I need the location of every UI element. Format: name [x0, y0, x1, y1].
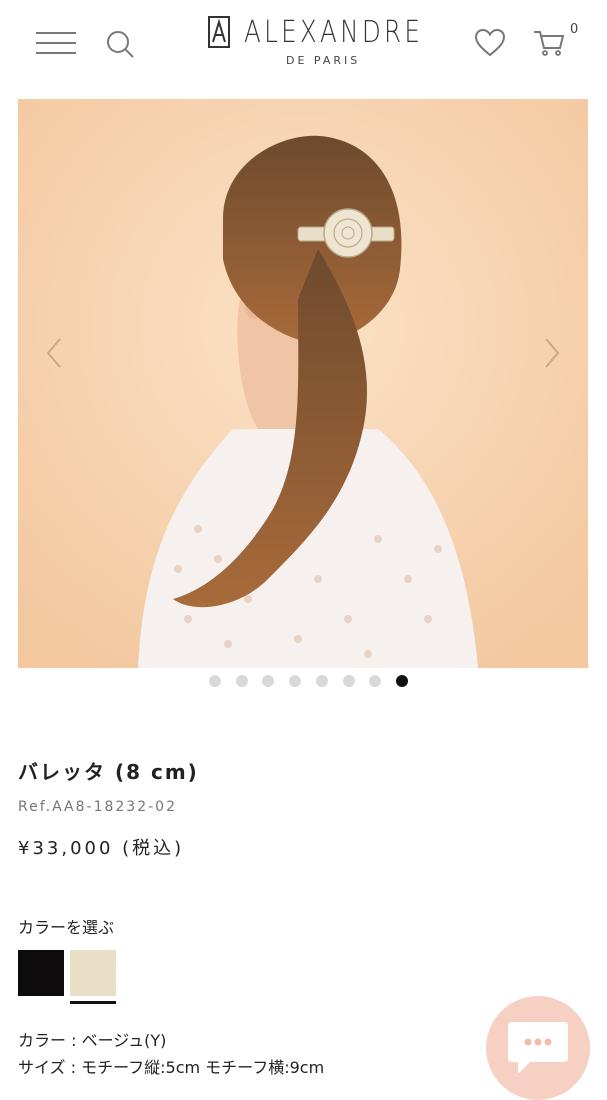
product-ref: Ref.AA8-18232-02: [18, 799, 177, 815]
chat-bubble-icon: [508, 1022, 568, 1074]
spec-color: カラー : ベージュ(Y): [18, 1031, 167, 1050]
product-price: ¥33,000 (税込): [18, 838, 185, 859]
carousel-prev-button[interactable]: [40, 333, 70, 373]
carousel-dot[interactable]: [262, 675, 275, 687]
logo-mark-icon: [208, 16, 230, 48]
product-image-carousel[interactable]: [18, 99, 588, 668]
carousel-dot[interactable]: [235, 675, 248, 687]
chevron-right-icon: [545, 338, 560, 368]
product-photo: [18, 99, 588, 668]
carousel-pagination: [0, 674, 607, 690]
carousel-dot[interactable]: [209, 675, 221, 687]
menu-icon[interactable]: [36, 30, 76, 56]
site-header: ALEXANDRE DE PARIS 0: [0, 0, 607, 90]
carousel-dot[interactable]: [395, 675, 408, 687]
chat-button[interactable]: [486, 996, 590, 1100]
carousel-dot[interactable]: [369, 675, 382, 687]
search-icon[interactable]: [104, 28, 136, 60]
color-swatch-black[interactable]: [18, 950, 64, 996]
product-title: バレッタ (8 cm): [18, 760, 199, 784]
selected-swatch-indicator: [70, 1001, 116, 1004]
chevron-left-icon: [46, 338, 61, 368]
carousel-dot[interactable]: [342, 675, 355, 687]
heart-icon[interactable]: [474, 28, 506, 58]
brand-name: ALEXANDRE: [244, 15, 424, 50]
color-swatch-beige[interactable]: [70, 950, 116, 996]
spec-size: サイズ : モチーフ縦:5cm モチーフ横:9cm: [18, 1058, 325, 1077]
cart-count-badge: 0: [570, 22, 579, 37]
carousel-dot[interactable]: [289, 675, 302, 687]
carousel-dot[interactable]: [315, 675, 328, 687]
carousel-next-button[interactable]: [536, 333, 566, 373]
color-picker-heading: カラーを選ぶ: [18, 918, 115, 937]
brand-subtitle: DE PARIS: [286, 54, 361, 67]
cart-icon[interactable]: [532, 26, 568, 58]
brand-logo[interactable]: ALEXANDRE DE PARIS: [208, 14, 420, 70]
